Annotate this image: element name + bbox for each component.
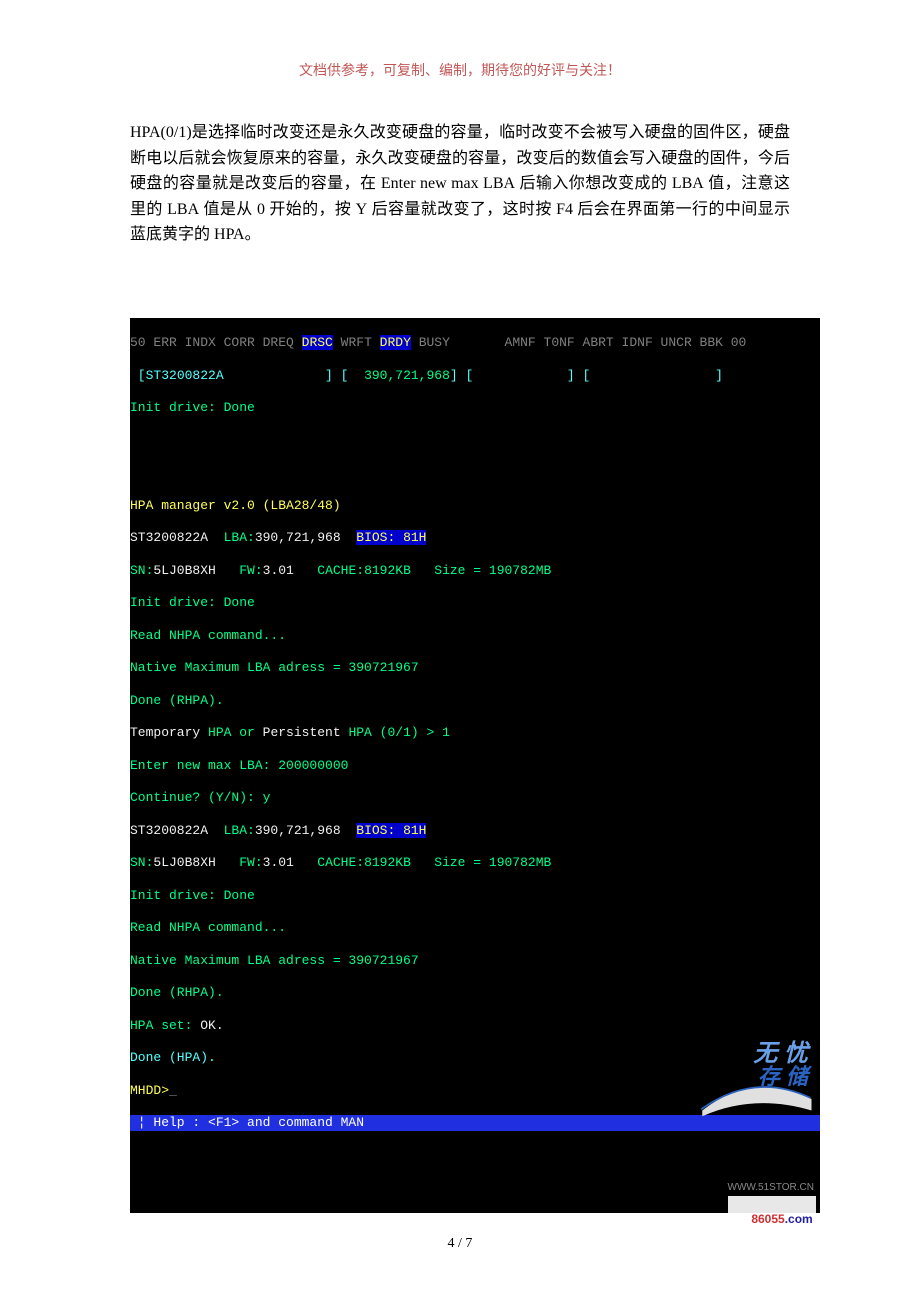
fw-1: 3.01 [263,563,294,578]
init-3: Init drive: Done [130,888,255,903]
logo-strip: 86055.com [728,1196,816,1213]
q2: HPA (0/1) > 1 [341,725,450,740]
t-hpa01: HPA(0/1) [130,124,192,141]
read-cmd-1: Read NHPA command... [130,628,286,643]
mhdd-prompt: MHDD> [130,1083,169,1098]
header-note: 文档供参考，可复制、编制，期待您的好评与关注！ [130,60,790,80]
lba-val-1: 390,721,968 [255,530,341,545]
bracket-model: ST3200822A [146,368,224,383]
init-1: Init drive: Done [130,400,255,415]
t-lba: LBA [672,175,704,192]
sn-1: 5LJ0B8XH [153,563,215,578]
flag-drsc: DRSC [302,335,333,350]
hpa-title: HPA manager v2.0 (LBA28/48) [130,498,341,513]
t-5: 开始的，按 [265,201,356,218]
t-4: 值是从 [199,201,257,218]
t-y: Y [356,201,368,218]
continue: Continue? (Y/N): y [130,790,270,805]
sn-lbl-2: SN: [130,855,153,870]
native-2: Native Maximum LBA adress = 390721967 [130,953,419,968]
sp3 [341,530,357,545]
fw-2: 3.01 [263,855,294,870]
read-cmd-2: Read NHPA command... [130,920,286,935]
page-number: 4 / 7 [0,1236,920,1252]
cursor: _ [169,1083,177,1098]
body-paragraph: HPA(0/1)是选择临时改变还是永久改变硬盘的容量，临时改变不会被写入硬盘的固… [130,120,790,248]
done-rhpa-2: Done (RHPA). [130,985,224,1000]
dev-model-2: ST3200822A [130,823,208,838]
hpa-set: HPA set: [130,1018,200,1033]
t-zero: 0 [257,201,265,218]
fw-lbl-2: FW: [216,855,263,870]
watermark-line2: 存 储 [758,1063,808,1091]
temporary: Temporary [130,725,200,740]
status-flags-right: AMNF T0NF ABRT IDNF UNCR BBK 00 [505,335,747,350]
bracket-lba: 390,721,968 [364,368,450,383]
watermark-url: WWW.51STOR.CN [728,1182,814,1195]
lba-lbl-2: LBA: [208,823,255,838]
sn-lbl-1: SN: [130,563,153,578]
done-hpa: Done (HPA). [130,1050,216,1065]
fw-lbl-1: FW: [216,563,263,578]
t-f4: F4 [556,201,573,218]
t-6: 后容量就改变了，这时按 [367,201,556,218]
sp1: WRFT [333,335,380,350]
watermark-logo: 无 忧 存 储 [694,1043,814,1187]
persistent: Persistent [263,725,341,740]
terminal-screenshot: 50 ERR INDX CORR DREQ DRSC WRFT DRDY BUS… [130,318,820,1213]
bios-2: BIOS: 81H [356,823,426,838]
dev-model-1: ST3200822A [130,530,208,545]
flag-drdy: DRDY [380,335,411,350]
done-rhpa-1: Done (RHPA). [130,693,224,708]
logo-red: 86055 [751,1212,784,1226]
t-enter: Enter new max LBA [381,175,515,192]
sn-2: 5LJ0B8XH [153,855,215,870]
init-2: Init drive: Done [130,595,255,610]
native-1: Native Maximum LBA adress = 390721967 [130,660,419,675]
sp2: BUSY [411,335,450,350]
ok: OK. [200,1018,223,1033]
lba-lbl-1: LBA: [208,530,255,545]
sp4 [341,823,357,838]
t-2: 后输入你想改变成的 [515,175,672,192]
logo-blue: .com [785,1212,813,1226]
cache-1: CACHE:8192KB Size = 190782MB [294,563,551,578]
status-flags-left: 50 ERR INDX CORR DREQ [130,335,302,350]
bios-1: BIOS: 81H [356,530,426,545]
cache-2: CACHE:8192KB Size = 190782MB [294,855,551,870]
or: HPA or [200,725,262,740]
lba-val-2: 390,721,968 [255,823,341,838]
enter-lba: Enter new max LBA: 200000000 [130,758,348,773]
t-lba2: LBA [167,201,199,218]
t-hpa: HPA [214,226,245,243]
t-8: 。 [245,226,261,243]
